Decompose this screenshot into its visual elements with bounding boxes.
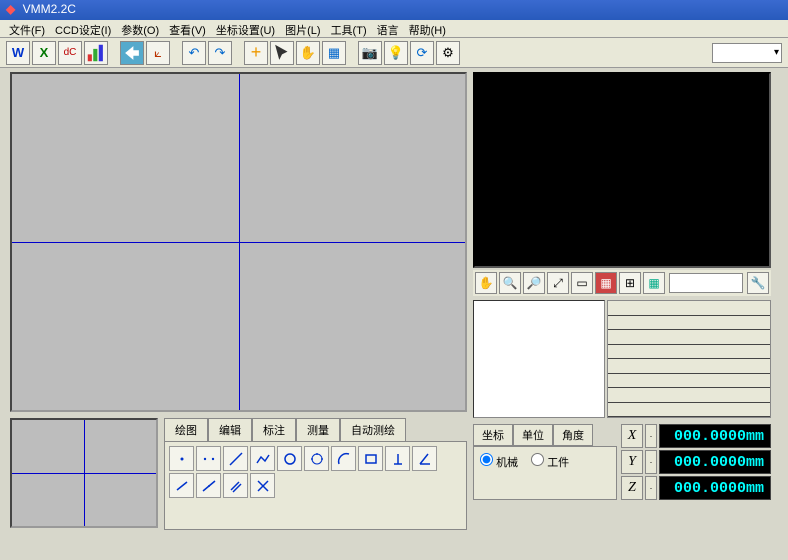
menu-ccd[interactable]: CCD设定(I)	[52, 21, 114, 36]
axis-x-label: X	[621, 424, 643, 448]
menu-file[interactable]: 文件(F)	[6, 21, 48, 36]
axis-z-tick[interactable]: ·	[645, 476, 657, 500]
tool-arc-icon[interactable]	[331, 446, 356, 471]
angle-goto-icon[interactable]: ⟀	[146, 41, 170, 65]
table-row	[608, 374, 770, 389]
titlebar: ◆ VMM2.2C	[0, 0, 788, 20]
grid-icon[interactable]: ▦	[322, 41, 346, 65]
tool-circle-icon[interactable]	[277, 446, 302, 471]
tab-unit[interactable]: 单位	[513, 424, 553, 446]
pan-hand-icon[interactable]: ✋	[296, 41, 320, 65]
chart-icon[interactable]	[84, 41, 108, 65]
menu-lang[interactable]: 语言	[374, 21, 402, 36]
video-value-input[interactable]	[669, 273, 743, 293]
radio-machine[interactable]: 机械	[480, 457, 518, 469]
word-export-icon[interactable]: W	[6, 41, 30, 65]
tool-angle-icon[interactable]	[412, 446, 437, 471]
table-row	[608, 330, 770, 345]
tab-coord[interactable]: 坐标	[473, 424, 513, 446]
menu-help[interactable]: 帮助(H)	[406, 21, 449, 36]
dro-panel: X · 000.0000mm Y · 000.0000mm Z · 000.00…	[621, 424, 771, 502]
table-row	[608, 301, 770, 316]
axis-y-label: Y	[621, 450, 643, 474]
element-list[interactable]	[473, 300, 605, 418]
video-toolbar: ✋ 🔍 🔎 ⤢ ▭ ▦ ⊞ ▦ 🔧	[473, 270, 771, 296]
dro-x: 000.0000mm	[659, 424, 771, 448]
tool-two-point-icon[interactable]	[196, 446, 221, 471]
settings-icon[interactable]: ⚙	[436, 41, 460, 65]
light-icon[interactable]: 💡	[384, 41, 408, 65]
main-toolbar: W X dC ⟀ ↶ ↷ + ✋ ▦ 📷 💡 ⟳ ⚙ ▾	[0, 38, 788, 68]
crosshair-horizontal	[12, 242, 465, 243]
main-canvas[interactable]	[10, 72, 467, 412]
table-row	[608, 388, 770, 403]
coord-tabs: 坐标 单位 角度	[473, 424, 617, 446]
dro-z: 000.0000mm	[659, 476, 771, 500]
goto-icon[interactable]	[120, 41, 144, 65]
video-grid-icon[interactable]: ⊞	[619, 272, 641, 294]
video-color-icon[interactable]: ▦	[595, 272, 617, 294]
camera-icon[interactable]: 📷	[358, 41, 382, 65]
video-view[interactable]	[473, 72, 771, 268]
tool-polyline-icon[interactable]	[250, 446, 275, 471]
tab-angle[interactable]: 角度	[553, 424, 593, 446]
tool-perp-icon[interactable]	[385, 446, 410, 471]
menu-image[interactable]: 图片(L)	[282, 21, 323, 36]
pointer-icon[interactable]	[270, 41, 294, 65]
zoom-out-icon[interactable]: 🔎	[523, 272, 545, 294]
tab-label[interactable]: 标注	[252, 418, 296, 441]
video-pan-icon[interactable]: ✋	[475, 272, 497, 294]
overview-canvas[interactable]	[10, 418, 158, 528]
radio-work[interactable]: 工件	[531, 457, 569, 469]
tab-draw[interactable]: 绘图	[164, 418, 208, 441]
axis-y-tick[interactable]: ·	[645, 450, 657, 474]
table-row	[608, 316, 770, 331]
refresh-icon[interactable]: ⟳	[410, 41, 434, 65]
video-settings-icon[interactable]: 🔧	[747, 272, 769, 294]
overview-crosshair-h	[12, 473, 156, 474]
tool-rect-icon[interactable]	[358, 446, 383, 471]
tool-tabs: 绘图 编辑 标注 测量 自动测绘	[164, 418, 467, 441]
tab-auto[interactable]: 自动测绘	[340, 418, 406, 441]
zoom-in-icon[interactable]: 🔍	[499, 272, 521, 294]
zoom-fit-icon[interactable]: ⤢	[547, 272, 569, 294]
table-row	[608, 359, 770, 374]
tool-point-icon[interactable]	[169, 446, 194, 471]
menu-coord[interactable]: 坐标设置(U)	[213, 21, 278, 36]
tool-line3-icon[interactable]	[196, 473, 221, 498]
undo-icon[interactable]: ↶	[182, 41, 206, 65]
tool-grid	[164, 441, 467, 530]
window-title: VMM2.2C	[23, 2, 76, 16]
result-grid[interactable]	[607, 300, 771, 418]
tool-parallel-icon[interactable]	[223, 473, 248, 498]
menu-param[interactable]: 参数(O)	[118, 21, 162, 36]
video-grid2-icon[interactable]: ▦	[643, 272, 665, 294]
acad-export-icon[interactable]: dC	[58, 41, 82, 65]
table-row	[608, 345, 770, 360]
menubar: 文件(F) CCD设定(I) 参数(O) 查看(V) 坐标设置(U) 图片(L)…	[0, 20, 788, 38]
tab-measure[interactable]: 测量	[296, 418, 340, 441]
tool-line2-icon[interactable]	[169, 473, 194, 498]
axis-z-label: Z	[621, 476, 643, 500]
tool-circle-3p-icon[interactable]	[304, 446, 329, 471]
toolbar-dropdown[interactable]: ▾	[712, 43, 782, 63]
coord-options: 机械 工件	[473, 446, 617, 500]
zoom-window-icon[interactable]: ▭	[571, 272, 593, 294]
redo-icon[interactable]: ↷	[208, 41, 232, 65]
crosshair-icon[interactable]: +	[244, 41, 268, 65]
axis-x-tick[interactable]: ·	[645, 424, 657, 448]
dro-y: 000.0000mm	[659, 450, 771, 474]
excel-export-icon[interactable]: X	[32, 41, 56, 65]
tool-cross-icon[interactable]	[250, 473, 275, 498]
menu-view[interactable]: 查看(V)	[166, 21, 209, 36]
app-icon: ◆	[6, 2, 15, 16]
menu-tool[interactable]: 工具(T)	[328, 21, 370, 36]
tab-edit[interactable]: 编辑	[208, 418, 252, 441]
table-row	[608, 403, 770, 418]
tool-line-icon[interactable]	[223, 446, 248, 471]
